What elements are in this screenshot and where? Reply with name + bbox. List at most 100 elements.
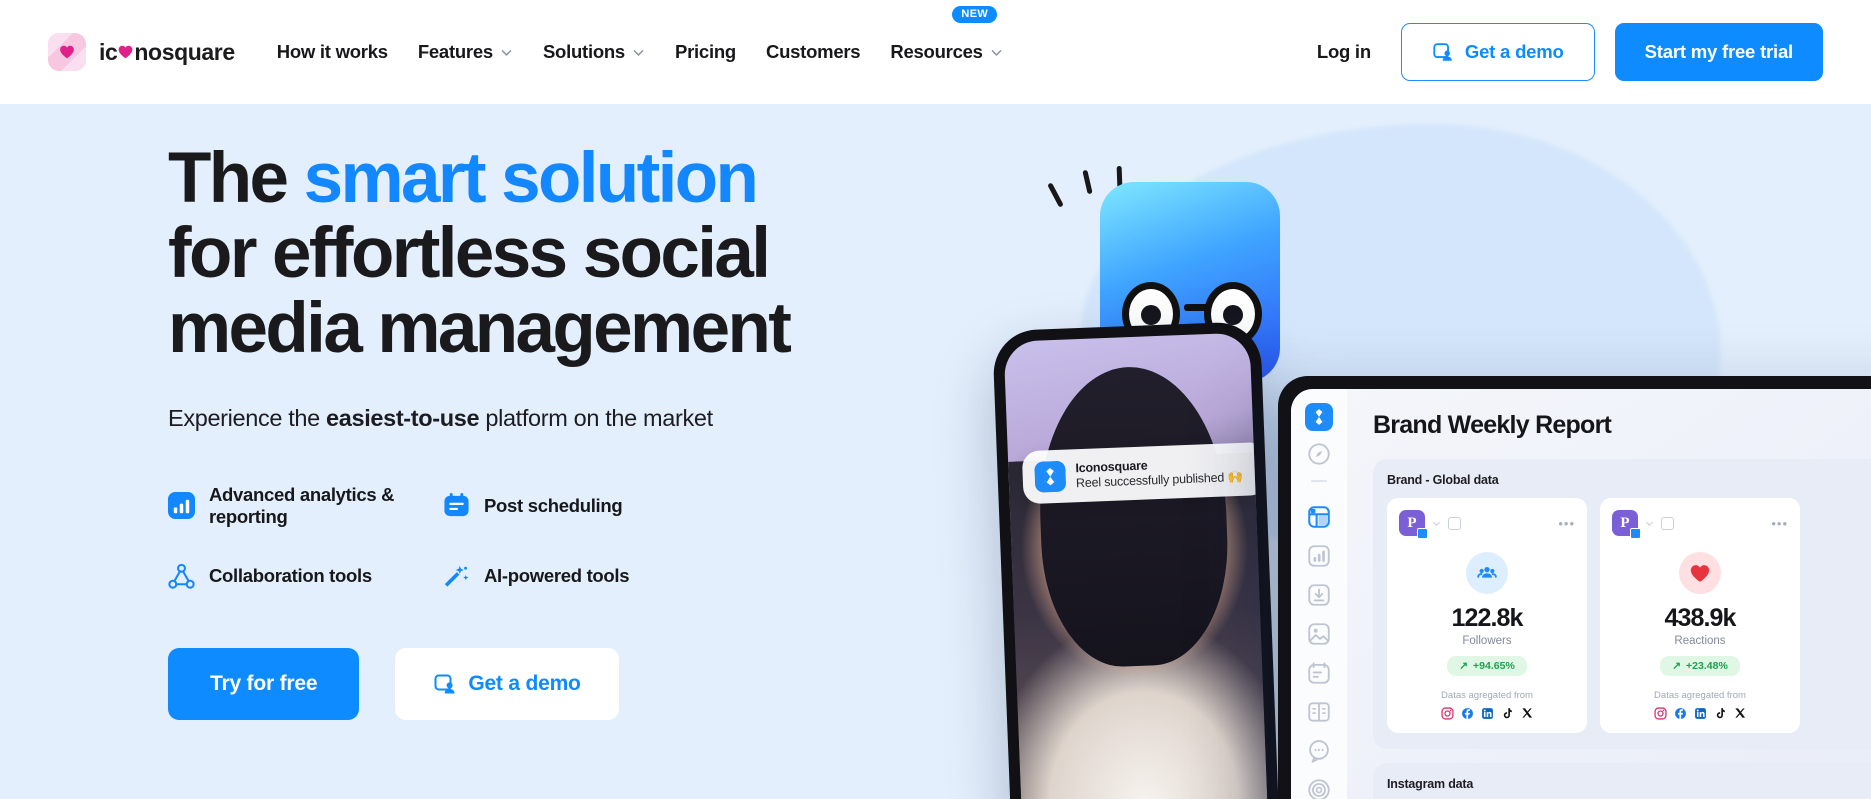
header-actions: Log in Get a demo Start my free trial [1317, 23, 1823, 81]
headline-line1-plain: The [168, 139, 304, 218]
feature-collaboration: Collaboration tools [168, 563, 443, 590]
start-free-trial-label: Start my free trial [1644, 41, 1794, 62]
iconosquare-logo-mark [48, 33, 86, 71]
hero-copy: The smart solution for effortless social… [168, 139, 968, 720]
nav-item-customers[interactable]: Customers [766, 0, 861, 104]
info-icon[interactable] [1661, 516, 1674, 530]
more-options-icon[interactable]: ••• [1558, 517, 1575, 530]
global-data-label: Brand - Global data [1387, 473, 1499, 487]
magic-wand-icon [444, 565, 469, 587]
phone-photo-subject [1034, 363, 1233, 670]
bar-chart-icon[interactable] [1306, 543, 1332, 569]
feature-label: Collaboration tools [209, 565, 372, 587]
avatar: P [1612, 510, 1641, 539]
bar-chart-icon [168, 492, 195, 520]
trend-badge: ↗ +94.65% [1447, 656, 1527, 676]
headline-line1-accent: smart solution [303, 139, 759, 218]
facebook-icon [1674, 708, 1686, 719]
subhead-post: platform on the market [479, 404, 713, 431]
settings-icon[interactable] [1306, 777, 1332, 799]
chevron-down-icon[interactable] [1432, 519, 1441, 528]
tablet-mockup: Brand Weekly Report Brand - Global data … [1278, 376, 1871, 799]
metric-value: 438.9k [1664, 604, 1736, 632]
sparkle-line [1047, 182, 1064, 208]
more-options-icon[interactable]: ••• [1771, 517, 1788, 530]
image-icon[interactable] [1306, 621, 1332, 647]
calendar-icon[interactable] [1306, 660, 1332, 686]
chevron-down-icon [633, 49, 644, 56]
new-badge: NEW [952, 6, 998, 23]
calendar-icon [444, 493, 469, 517]
heart-icon [60, 45, 74, 59]
brand-name-part2: nosquare [134, 38, 235, 65]
feature-post-scheduling: Post scheduling [443, 484, 968, 528]
chevron-down-icon [991, 49, 1002, 56]
brand-logo[interactable]: ic nosquare [48, 33, 235, 71]
sparkle-line [1082, 169, 1093, 195]
instagram-data-panel: Instagram data Gained & Lost followers •… [1373, 763, 1871, 799]
aggregated-label: Datas agregated from [1441, 690, 1533, 701]
feature-analytics: Advanced analytics & reporting [168, 484, 443, 528]
dashboard-title: Brand Weekly Report [1373, 411, 1612, 439]
trend-value: +23.48% [1686, 660, 1728, 672]
nav-label: Resources [890, 41, 983, 62]
nav-item-features[interactable]: Features [418, 0, 513, 104]
metric-label: Reactions [1674, 635, 1726, 647]
try-for-free-label: Try for free [210, 671, 318, 695]
start-free-trial-button[interactable]: Start my free trial [1614, 23, 1823, 81]
nav-label: Solutions [542, 41, 625, 62]
linkedin-icon [1481, 708, 1493, 719]
get-a-demo-button[interactable]: Get a demo [1400, 23, 1595, 81]
nav-item-solutions[interactable]: Solutions [543, 0, 645, 104]
hero-section: The smart solution for effortless social… [0, 104, 1871, 799]
subhead-pre: Experience the [168, 404, 327, 431]
global-data-panel: Brand - Global data P ••• 122.8k Followe… [1373, 459, 1871, 749]
card-header: P ••• [1612, 510, 1788, 539]
dashboard-grid-icon[interactable] [1306, 504, 1332, 530]
feature-label: Post scheduling [484, 494, 623, 516]
instagram-data-label: Instagram data [1387, 777, 1474, 791]
facebook-icon [1461, 708, 1473, 719]
nav-item-resources[interactable]: NEW Resources [890, 0, 1002, 104]
feature-ai-tools: AI-powered tools [443, 563, 968, 590]
instagram-icon [1653, 707, 1667, 720]
trend-badge: ↗ +23.48% [1660, 656, 1740, 676]
heart-icon [1679, 552, 1721, 594]
login-link[interactable]: Log in [1317, 41, 1371, 63]
site-header: ic nosquare How it works Features Soluti… [0, 0, 1871, 104]
iconosquare-app-icon [1034, 460, 1066, 493]
dashboard-main: Brand Weekly Report Brand - Global data … [1347, 389, 1871, 799]
chat-icon[interactable] [1306, 738, 1332, 764]
stat-card[interactable]: P ••• 122.8k Followers ↗ +94.65% Datas a… [1387, 498, 1587, 733]
hero-subheadline: Experience the easiest-to-use platform o… [168, 405, 968, 432]
linkedin-icon [1694, 708, 1706, 719]
compass-icon[interactable] [1306, 441, 1332, 467]
chevron-down-icon[interactable] [1645, 519, 1654, 528]
x-icon [1521, 708, 1532, 718]
nav-item-pricing[interactable]: Pricing [675, 0, 736, 104]
hero-get-a-demo-label: Get a demo [468, 671, 581, 695]
hero-cta-row: Try for free Get a demo [168, 647, 968, 720]
phone-mockup: Iconosquare Reel successfully published … [992, 321, 1280, 799]
social-network-icons [1612, 707, 1788, 720]
hero-get-a-demo-button[interactable]: Get a demo [395, 647, 619, 720]
try-for-free-button[interactable]: Try for free [168, 647, 360, 720]
chevron-down-icon [501, 49, 512, 56]
feature-label: AI-powered tools [484, 565, 630, 587]
info-icon[interactable] [1448, 516, 1461, 530]
trend-value: +94.65% [1473, 660, 1515, 672]
nav-item-how-it-works[interactable]: How it works [277, 0, 388, 104]
download-icon[interactable] [1306, 582, 1332, 608]
demo-screen-person-icon [1433, 43, 1452, 61]
subhead-bold: easiest-to-use [326, 404, 480, 431]
tiktok-icon [1716, 708, 1725, 719]
nav-label: Pricing [674, 41, 736, 62]
stat-card[interactable]: P ••• 438.9k Reactions ↗ +23.48% Datas a… [1600, 498, 1800, 733]
metric-value: 122.8k [1451, 604, 1523, 632]
dashboard-screen: Brand Weekly Report Brand - Global data … [1291, 389, 1871, 799]
main-navigation: How it works Features Solutions Pricing … [277, 0, 1003, 104]
notification-toast: Iconosquare Reel successfully published … [1021, 441, 1268, 505]
demo-screen-person-icon [434, 674, 455, 694]
feature-label: Advanced analytics & reporting [209, 483, 395, 527]
columns-icon[interactable] [1306, 699, 1332, 725]
